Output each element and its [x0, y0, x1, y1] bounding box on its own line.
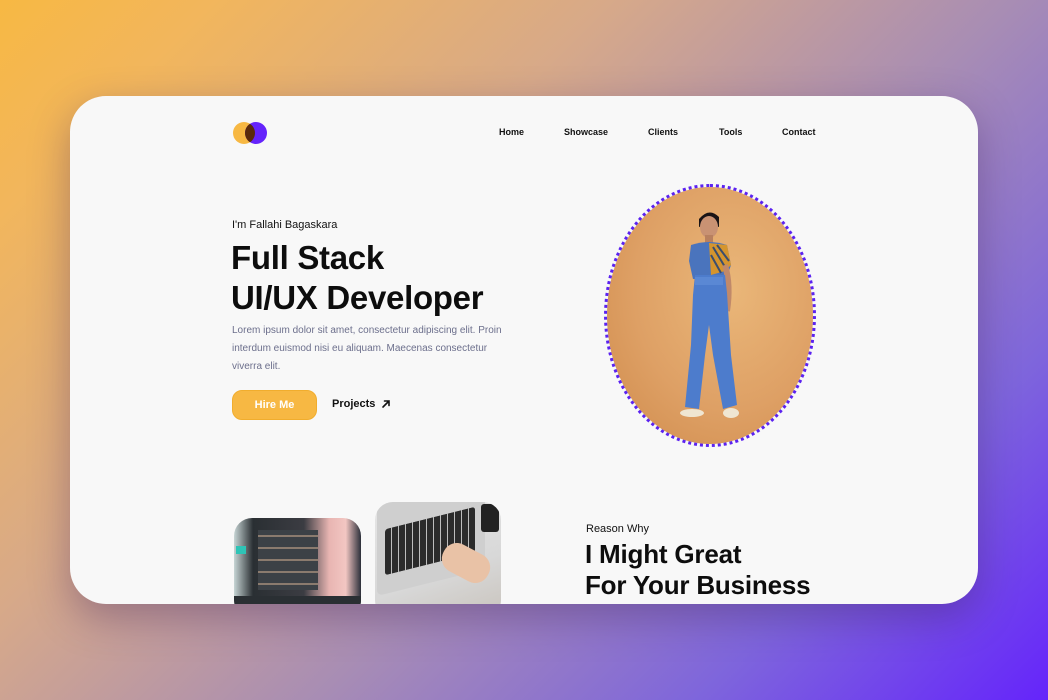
landing-page-card: Home Showcase Clients Tools Contact I'm … [70, 96, 978, 604]
laptop-edge [234, 596, 361, 604]
hero-headline: Full Stack UI/UX Developer [231, 238, 484, 318]
headline-line-2: UI/UX Developer [231, 279, 484, 316]
reason-title: I Might Great For Your Business [585, 539, 811, 601]
nav-contact[interactable]: Contact [782, 127, 816, 137]
portrait-frame [604, 184, 816, 447]
laptop-photo [375, 502, 501, 604]
intro-text: I'm Fallahi Bagaskara [232, 219, 338, 231]
dotted-ring [604, 184, 816, 447]
reason-label: Reason Why [586, 523, 649, 535]
hero-description: Lorem ipsum dolor sit amet, consectetur … [232, 325, 502, 372]
arrow-up-right-icon [382, 400, 391, 408]
nav-home[interactable]: Home [499, 127, 524, 137]
hire-me-button[interactable]: Hire Me [232, 390, 317, 420]
phone [481, 504, 499, 532]
projects-link[interactable]: Projects [332, 398, 391, 410]
code-screen [258, 530, 318, 590]
screen-highlight [236, 546, 246, 554]
reason-title-line-1: I Might Great [585, 539, 742, 569]
reason-title-line-2: For Your Business [585, 570, 811, 600]
nav-showcase[interactable]: Showcase [564, 127, 608, 137]
nav-clients[interactable]: Clients [648, 127, 678, 137]
logo-icon[interactable] [232, 121, 268, 145]
nav-tools[interactable]: Tools [719, 127, 742, 137]
headline-line-1: Full Stack [231, 239, 384, 276]
code-photo [234, 518, 361, 604]
projects-label: Projects [332, 398, 376, 410]
